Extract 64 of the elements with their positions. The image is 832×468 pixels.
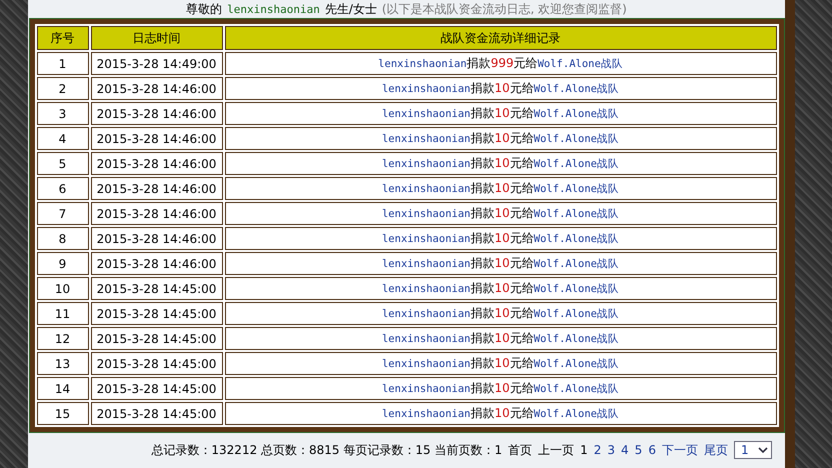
page-link[interactable]: 4 [621, 443, 629, 457]
table-cell: 2015-3-28 14:45:00 [90, 327, 222, 350]
table-cell: 2015-3-28 14:45:00 [90, 377, 222, 400]
page-link[interactable]: 6 [648, 443, 656, 457]
greeting-note: (以下是本战队资金流动日志, 欢迎您查阅监督) [382, 0, 627, 18]
table-cell: 2015-3-28 14:49:00 [90, 52, 222, 75]
page-link[interactable]: 尾页 [704, 442, 728, 458]
table-cell: 2015-3-28 14:46:00 [90, 202, 222, 225]
table-cell: lenxinshaonian捐款10元给Wolf.Alone战队 [224, 377, 776, 400]
table-cell: 14 [36, 377, 88, 400]
table-cell: 10 [36, 277, 88, 300]
table-cell: lenxinshaonian捐款10元给Wolf.Alone战队 [224, 252, 776, 275]
table-cell: 15 [36, 402, 88, 425]
table-cell: 6 [36, 177, 88, 200]
table-cell: 2015-3-28 14:45:00 [90, 302, 222, 325]
table-cell: 2015-3-28 14:46:00 [90, 127, 222, 150]
table-cell: 2015-3-28 14:45:00 [90, 352, 222, 375]
table-cell: 11 [36, 302, 88, 325]
table-cell: lenxinshaonian捐款10元给Wolf.Alone战队 [224, 327, 776, 350]
table-cell: lenxinshaonian捐款10元给Wolf.Alone战队 [224, 302, 776, 325]
table-cell: 3 [36, 102, 88, 125]
page-select[interactable]: 1 [734, 441, 772, 459]
page-link[interactable]: 1 [580, 443, 588, 457]
column-header: 战队资金流动详细记录 [224, 26, 776, 50]
page-link[interactable]: 首页 [508, 442, 532, 458]
table-cell: 2015-3-28 14:46:00 [90, 177, 222, 200]
table-cell: 2015-3-28 14:46:00 [90, 77, 222, 100]
table-cell: 2015-3-28 14:46:00 [90, 252, 222, 275]
table-cell: lenxinshaonian捐款10元给Wolf.Alone战队 [224, 102, 776, 125]
table-cell: 8 [36, 227, 88, 250]
table-cell: 2 [36, 77, 88, 100]
record-summary: 总记录数：132212 总页数：8815 每页记录数：15 当前页数：1 [151, 442, 502, 458]
table-cell: lenxinshaonian捐款10元给Wolf.Alone战队 [224, 77, 776, 100]
table-cell: lenxinshaonian捐款999元给Wolf.Alone战队 [224, 52, 776, 75]
table-cell: 7 [36, 202, 88, 225]
table-cell: lenxinshaonian捐款10元给Wolf.Alone战队 [224, 402, 776, 425]
table-cell: 9 [36, 252, 88, 275]
greeting-title: 先生/女士 [324, 0, 377, 18]
table-cell: lenxinshaonian捐款10元给Wolf.Alone战队 [224, 277, 776, 300]
column-header: 日志时间 [90, 26, 222, 50]
table-cell: 4 [36, 127, 88, 150]
table-cell: 5 [36, 152, 88, 175]
page-link[interactable]: 3 [607, 443, 616, 457]
table-cell: 12 [36, 327, 88, 350]
table-cell: 2015-3-28 14:45:00 [90, 277, 222, 300]
greeting-text: 尊敬的 [186, 0, 222, 18]
table-cell: 2015-3-28 14:46:00 [90, 227, 222, 250]
table-cell: 2015-3-28 14:46:00 [90, 152, 222, 175]
table-cell: lenxinshaonian捐款10元给Wolf.Alone战队 [224, 227, 776, 250]
column-header: 序号 [36, 26, 88, 50]
table-cell: 13 [36, 352, 88, 375]
table-cell: lenxinshaonian捐款10元给Wolf.Alone战队 [224, 177, 776, 200]
table-cell: lenxinshaonian捐款10元给Wolf.Alone战队 [224, 127, 776, 150]
table-cell: lenxinshaonian捐款10元给Wolf.Alone战队 [224, 352, 776, 375]
table-cell: 2015-3-28 14:46:00 [90, 102, 222, 125]
page-link[interactable]: 2 [594, 443, 602, 457]
table-cell: lenxinshaonian捐款10元给Wolf.Alone战队 [224, 152, 776, 175]
table-cell: 1 [36, 52, 88, 75]
page-link[interactable]: 下一页 [662, 442, 698, 458]
table-cell: lenxinshaonian捐款10元给Wolf.Alone战队 [224, 202, 776, 225]
page-link[interactable]: 5 [634, 443, 642, 457]
table-cell: 2015-3-28 14:45:00 [90, 402, 222, 425]
page-link[interactable]: 上一页 [538, 442, 574, 458]
username: lenxinshaonian [227, 2, 320, 16]
